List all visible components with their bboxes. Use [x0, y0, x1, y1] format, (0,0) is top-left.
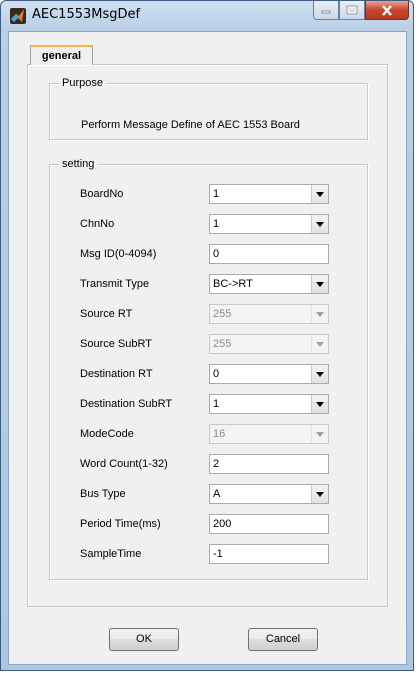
tab-general[interactable]: general: [30, 45, 93, 65]
boardno-dropdown[interactable]: 1: [209, 184, 329, 204]
destination-subrt-value: 1: [213, 398, 220, 410]
chevron-down-icon[interactable]: [311, 365, 328, 383]
period-time-ms-field[interactable]: 200: [209, 514, 329, 534]
modecode-value: 16: [213, 428, 226, 440]
source-rt-dropdown: 255: [209, 304, 329, 324]
period-time-ms-value: 200: [213, 518, 232, 530]
bus-type-label: Bus Type: [80, 488, 126, 500]
cancel-button[interactable]: Cancel: [248, 628, 318, 651]
chevron-down-icon[interactable]: [311, 485, 328, 503]
destination-rt-value: 0: [213, 368, 220, 380]
setting-row-msg-id-0-4094: Msg ID(0-4094) 0: [50, 244, 367, 266]
setting-row-period-time-ms: Period Time(ms) 200: [50, 514, 367, 536]
setting-row-source-rt: Source RT 255: [50, 304, 367, 326]
destination-rt-label: Destination RT: [80, 368, 153, 380]
msg-id-0-4094-label: Msg ID(0-4094): [80, 248, 157, 260]
matlab-icon: [10, 8, 26, 24]
source-rt-label: Source RT: [80, 308, 133, 320]
dialog-window: AEC1553MsgDef general Purpose Perform Me…: [0, 0, 414, 671]
purpose-group: Purpose Perform Message Define of AEC 15…: [49, 77, 368, 140]
chevron-down-icon[interactable]: [311, 275, 328, 293]
transmit-type-dropdown[interactable]: BC->RT: [209, 274, 329, 294]
close-button[interactable]: [365, 1, 409, 20]
word-count-1-32-value: 2: [213, 458, 220, 470]
source-rt-value: 255: [213, 308, 232, 320]
setting-row-destination-subrt: Destination SubRT 1: [50, 394, 367, 416]
ok-button[interactable]: OK: [109, 628, 179, 651]
source-subrt-value: 255: [213, 338, 232, 350]
modecode-dropdown: 16: [209, 424, 329, 444]
chevron-down-icon[interactable]: [311, 185, 328, 203]
chnno-label: ChnNo: [80, 218, 115, 230]
maximize-button[interactable]: [339, 1, 365, 20]
window-title: AEC1553MsgDef: [32, 7, 141, 22]
word-count-1-32-field[interactable]: 2: [209, 454, 329, 474]
word-count-1-32-label: Word Count(1-32): [80, 458, 168, 470]
setting-legend: setting: [62, 158, 95, 170]
sampletime-value: -1: [213, 548, 223, 560]
period-time-ms-label: Period Time(ms): [80, 518, 161, 530]
maximize-icon: [340, 1, 364, 19]
setting-row-sampletime: SampleTime -1: [50, 544, 367, 566]
chevron-down-icon[interactable]: [311, 215, 328, 233]
chevron-down-icon: [311, 425, 328, 443]
setting-group: setting BoardNo 1 ChnNo 1 Msg ID(0-4094) 0 Tra…: [49, 158, 368, 580]
bus-type-value: A: [213, 488, 221, 500]
chevron-down-icon: [311, 305, 328, 323]
chevron-down-icon: [311, 335, 328, 353]
sampletime-field[interactable]: -1: [209, 544, 329, 564]
modecode-label: ModeCode: [80, 428, 134, 440]
tab-panel-general: Purpose Perform Message Define of AEC 15…: [27, 64, 388, 607]
dialog-client-area: general Purpose Perform Message Define o…: [8, 31, 407, 665]
setting-row-bus-type: Bus Type A: [50, 484, 367, 506]
minimize-icon: [314, 1, 338, 19]
setting-row-modecode: ModeCode 16: [50, 424, 367, 446]
boardno-label: BoardNo: [80, 188, 124, 200]
setting-row-destination-rt: Destination RT 0: [50, 364, 367, 386]
transmit-type-value: BC->RT: [213, 278, 253, 290]
title-bar[interactable]: AEC1553MsgDef: [1, 1, 415, 31]
sampletime-label: SampleTime: [80, 548, 142, 560]
setting-row-chnno: ChnNo 1: [50, 214, 367, 236]
setting-row-word-count-1-32: Word Count(1-32) 2: [50, 454, 367, 476]
msg-id-0-4094-field[interactable]: 0: [209, 244, 329, 264]
bus-type-dropdown[interactable]: A: [209, 484, 329, 504]
chnno-value: 1: [213, 218, 220, 230]
destination-subrt-label: Destination SubRT: [80, 398, 173, 410]
transmit-type-label: Transmit Type: [80, 278, 150, 290]
purpose-description: Perform Message Define of AEC 1553 Board: [81, 119, 300, 131]
destination-rt-dropdown[interactable]: 0: [209, 364, 329, 384]
setting-row-transmit-type: Transmit Type BC->RT: [50, 274, 367, 296]
msg-id-0-4094-value: 0: [213, 248, 220, 260]
boardno-value: 1: [213, 188, 220, 200]
chnno-dropdown[interactable]: 1: [209, 214, 329, 234]
purpose-legend: Purpose: [62, 77, 103, 89]
setting-row-source-subrt: Source SubRT 255: [50, 334, 367, 356]
destination-subrt-dropdown[interactable]: 1: [209, 394, 329, 414]
source-subrt-label: Source SubRT: [80, 338, 152, 350]
chevron-down-icon[interactable]: [311, 395, 328, 413]
minimize-button[interactable]: [313, 1, 339, 20]
close-icon: [366, 1, 408, 19]
source-subrt-dropdown: 255: [209, 334, 329, 354]
setting-row-boardno: BoardNo 1: [50, 184, 367, 206]
